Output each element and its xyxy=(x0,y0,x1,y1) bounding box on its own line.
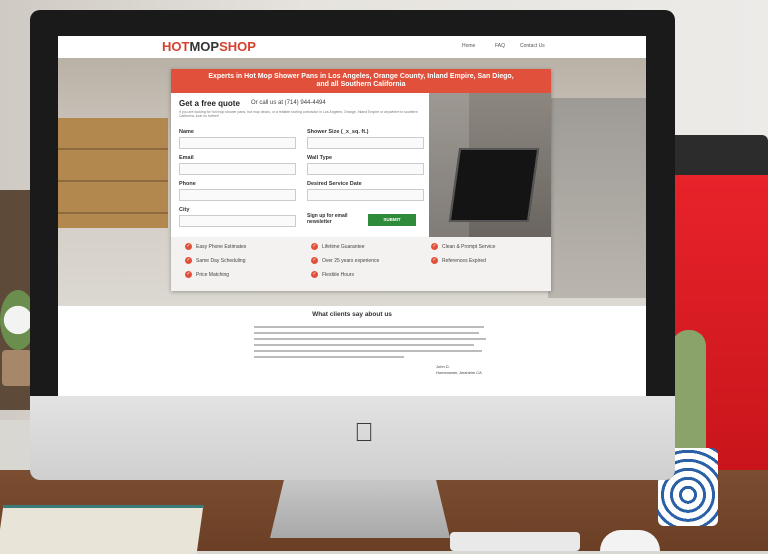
banner: Experts in Hot Mop Shower Pans in Los An… xyxy=(171,69,551,93)
wall-type-label: Wall Type xyxy=(307,155,333,161)
submit-button[interactable]: SUBMIT xyxy=(368,214,416,226)
banner-line-2: and all Southern California xyxy=(316,81,406,88)
feature-text: Over 25 years experience xyxy=(322,257,380,264)
name-input[interactable] xyxy=(179,137,296,149)
shower-size-label: Shower Size (_x_sq. ft.) xyxy=(307,129,369,135)
newsletter-label: Sign up for email newsletter xyxy=(307,213,348,225)
nav-contact[interactable]: Contact Us xyxy=(520,43,545,49)
quote-description: If you are looking for hot mop shower pa… xyxy=(179,110,418,118)
testimonial-text-line xyxy=(254,344,474,346)
phone-input[interactable] xyxy=(179,189,296,201)
nav-home[interactable]: Home xyxy=(462,43,475,49)
wall-type-input[interactable] xyxy=(307,163,424,175)
testimonial-place: Homeowner, Anaheim CA xyxy=(436,370,482,375)
name-label: Name xyxy=(179,129,194,135)
apple-logo-icon:  xyxy=(352,418,376,446)
city-label: City xyxy=(179,207,190,213)
city-input[interactable] xyxy=(179,215,296,227)
features-list: ✓ Easy Phone Estimates ✓ Lifetime Guarante… xyxy=(171,237,551,291)
feature-text: Flexible Hours xyxy=(322,271,354,278)
imac-stand xyxy=(270,478,450,538)
phone-label: Phone xyxy=(179,181,196,187)
feature-item: ✓ Flexible Hours xyxy=(311,271,354,278)
feature-text: Same Day Scheduling xyxy=(196,257,246,264)
testimonial-text-line xyxy=(254,356,404,358)
mouse xyxy=(600,530,660,551)
quote-call: Or call us at (714) 944-4494 xyxy=(251,100,326,106)
keyboard xyxy=(450,532,580,551)
feature-item: ✓ Easy Phone Estimates xyxy=(185,243,246,250)
feature-item: ✓ Lifetime Guarantee xyxy=(311,243,365,250)
service-date-input[interactable] xyxy=(307,189,424,201)
testimonial-text-line xyxy=(254,338,486,340)
shower-size-input[interactable] xyxy=(307,137,424,149)
testimonial-text-line xyxy=(254,350,482,352)
photo-pan xyxy=(448,148,540,222)
testimonial-author: John D. xyxy=(436,364,450,369)
feature-item: ✓ References Expired xyxy=(431,257,486,264)
testimonial-text-line xyxy=(254,332,479,334)
service-date-label: Desired Service Date xyxy=(307,181,362,187)
logo-mop: MOP xyxy=(189,39,220,54)
check-icon: ✓ xyxy=(431,243,438,250)
shower-pan-photo xyxy=(429,93,551,237)
email-label: Email xyxy=(179,155,194,161)
feature-text: References Expired xyxy=(442,257,486,264)
check-icon: ✓ xyxy=(311,257,318,264)
website-screen: HOTMOPSHOP Home FAQ Contact Us Experts i… xyxy=(58,36,646,396)
feature-text: Clean & Prompt Service xyxy=(442,243,496,250)
feature-item: ✓ Over 25 years experience xyxy=(311,257,379,264)
check-icon: ✓ xyxy=(431,257,438,264)
logo[interactable]: HOTMOPSHOP xyxy=(162,39,256,54)
banner-line-1: Experts in Hot Mop Shower Pans in Los An… xyxy=(208,73,514,80)
feature-text: Easy Phone Estimates xyxy=(196,243,247,250)
feature-item: ✓ Clean & Prompt Service xyxy=(431,243,495,250)
feature-text: Lifetime Guarantee xyxy=(322,243,365,250)
nav-faq[interactable]: FAQ xyxy=(495,43,505,49)
flower-pot xyxy=(2,350,32,386)
testimonial-text-line xyxy=(254,326,484,328)
quote-title: Get a free quote xyxy=(179,99,240,108)
site-header: HOTMOPSHOP Home FAQ Contact Us xyxy=(58,36,646,58)
testimonials-section: What clients say about us John D. Homeow… xyxy=(58,306,646,396)
feature-item: ✓ Same Day Scheduling xyxy=(185,257,245,264)
check-icon: ✓ xyxy=(185,271,192,278)
check-icon: ✓ xyxy=(311,271,318,278)
check-icon: ✓ xyxy=(311,243,318,250)
check-icon: ✓ xyxy=(185,243,192,250)
email-input[interactable] xyxy=(179,163,296,175)
feature-item: ✓ Price Matching xyxy=(185,271,229,278)
kitchen-cabinets xyxy=(58,118,168,228)
room-background xyxy=(548,98,646,298)
check-icon: ✓ xyxy=(185,257,192,264)
logo-shop: SHOP xyxy=(219,39,256,54)
testimonials-title: What clients say about us xyxy=(312,311,392,318)
magazine xyxy=(0,505,204,554)
quote-card: Experts in Hot Mop Shower Pans in Los An… xyxy=(171,69,551,291)
cactus-plant xyxy=(672,330,706,450)
logo-hot: HOT xyxy=(162,39,190,54)
feature-text: Price Matching xyxy=(196,271,230,278)
